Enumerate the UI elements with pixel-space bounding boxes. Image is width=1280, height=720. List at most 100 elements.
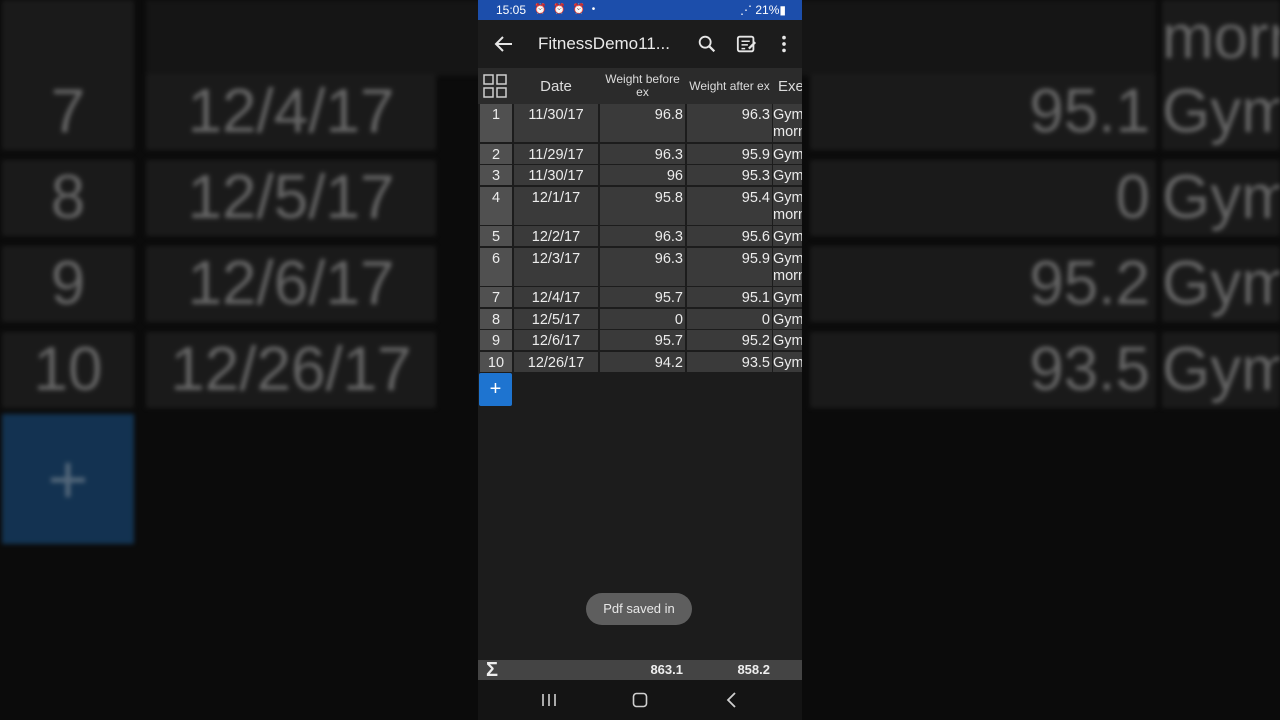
cell-date[interactable]: 11/30/17 <box>514 165 598 185</box>
cell-weight-before[interactable]: 96.8 <box>600 104 685 142</box>
cell-weight-after[interactable]: 95.6 <box>687 226 772 246</box>
bg-cell: 0 <box>810 160 1156 236</box>
row-number[interactable]: 5 <box>480 226 512 246</box>
cell-exercise[interactable]: Gym <box>773 351 802 372</box>
row-number[interactable]: 2 <box>480 143 512 164</box>
bg-plus: + <box>2 414 134 544</box>
cell-weight-before[interactable]: 96 <box>600 165 685 185</box>
bg-cell: 10 <box>2 332 134 408</box>
add-row-button[interactable]: + <box>479 373 512 406</box>
cell-date[interactable]: 12/5/17 <box>514 308 598 329</box>
row-number[interactable]: 8 <box>480 308 512 329</box>
cell-date[interactable]: 12/1/17 <box>514 186 598 225</box>
cell-exercise[interactable]: Gym <box>773 330 802 350</box>
table-row[interactable]: 8 12/5/17 0 0 Gym <box>478 308 802 329</box>
bg-cell: 95.1 <box>810 74 1156 150</box>
cell-weight-before[interactable]: 96.3 <box>600 226 685 246</box>
recent-apps-icon[interactable] <box>540 692 558 708</box>
status-bar: 15:05 ⏰ ⏰ ⏰ • ⋰ 21%▮ <box>478 0 802 20</box>
cell-date[interactable]: 12/6/17 <box>514 330 598 350</box>
cell-date[interactable]: 12/2/17 <box>514 226 598 246</box>
cell-weight-before[interactable]: 96.3 <box>600 247 685 286</box>
cell-date[interactable]: 11/30/17 <box>514 104 598 142</box>
cell-weight-after[interactable]: 96.3 <box>687 104 772 142</box>
cell-weight-after[interactable]: 95.2 <box>687 330 772 350</box>
row-number[interactable]: 1 <box>480 104 512 142</box>
cell-weight-after[interactable]: 95.1 <box>687 287 772 307</box>
cell-weight-before[interactable]: 95.7 <box>600 330 685 350</box>
cell-date[interactable]: 12/4/17 <box>514 287 598 307</box>
row-number[interactable]: 7 <box>480 287 512 307</box>
cell-exercise[interactable]: Gym morn <box>773 247 802 286</box>
row-number[interactable]: 4 <box>480 186 512 225</box>
cell-weight-after[interactable]: 93.5 <box>687 351 772 372</box>
table-row[interactable]: 2 11/29/17 96.3 95.9 Gym <box>478 143 802 164</box>
row-number[interactable]: 3 <box>480 165 512 185</box>
table-header: Date Weight before ex Weight after ex Ex… <box>478 68 802 104</box>
bg-cell: Gym <box>1162 160 1280 236</box>
grid-view-icon[interactable] <box>483 74 507 98</box>
search-icon[interactable] <box>696 33 718 55</box>
cell-weight-before[interactable]: 95.7 <box>600 287 685 307</box>
table-row[interactable]: 5 12/2/17 96.3 95.6 Gym <box>478 226 802 246</box>
table-row[interactable]: 3 11/30/17 96 95.3 Gym <box>478 165 802 185</box>
edit-note-icon[interactable] <box>736 33 758 55</box>
cell-weight-after[interactable]: 95.4 <box>687 186 772 225</box>
cell-exercise[interactable]: Gym morn <box>773 104 802 142</box>
bg-header-fragment: morn <box>1162 0 1280 76</box>
cell-exercise[interactable]: Gym <box>773 226 802 246</box>
table-row[interactable]: 111/30/1796.896.3Gym morn <box>478 104 802 142</box>
wifi-signal-icon: ⋰ <box>740 3 756 17</box>
bg-cell <box>2 0 134 76</box>
row-number[interactable]: 9 <box>480 330 512 350</box>
bg-cell: 95.2 <box>810 246 1156 322</box>
cell-weight-before[interactable]: 96.3 <box>600 143 685 164</box>
notification-icons: ⏰ ⏰ ⏰ • <box>534 4 598 15</box>
row-number[interactable]: 10 <box>480 351 512 372</box>
row-number[interactable]: 6 <box>480 247 512 286</box>
bg-cell: Gym <box>1162 332 1280 408</box>
bg-cell: Gym <box>1162 246 1280 322</box>
cell-weight-before[interactable]: 0 <box>600 308 685 329</box>
table-row[interactable]: 7 12/4/17 95.7 95.1 Gym <box>478 287 802 307</box>
bg-cell: 12/4/17 <box>146 74 436 150</box>
cell-weight-after[interactable]: 95.9 <box>687 143 772 164</box>
battery-level: 21% <box>755 3 780 17</box>
bg-cell: Gym <box>1162 74 1280 150</box>
bg-cell: 9 <box>2 246 134 322</box>
status-right: ⋰ 21%▮ <box>740 0 786 20</box>
table-row[interactable]: 9 12/6/17 95.7 95.2 Gym <box>478 330 802 350</box>
nav-back-icon[interactable] <box>724 691 740 709</box>
cell-weight-after[interactable]: 0 <box>687 308 772 329</box>
home-icon[interactable] <box>632 692 648 708</box>
sigma-icon: Σ <box>486 659 499 681</box>
cell-weight-after[interactable]: 95.9 <box>687 247 772 286</box>
cell-date[interactable]: 12/3/17 <box>514 247 598 286</box>
bg-cell: 12/5/17 <box>146 160 436 236</box>
app-bar: FitnessDemo11... <box>478 20 802 68</box>
cell-exercise[interactable]: Gym <box>773 165 802 185</box>
more-vert-icon[interactable] <box>773 33 795 55</box>
cell-exercise[interactable]: Gym <box>773 287 802 307</box>
bg-cell: 12/26/17 <box>146 332 436 408</box>
sum-bar: Σ 863.1 858.2 <box>478 660 802 680</box>
cell-date[interactable]: 11/29/17 <box>514 143 598 164</box>
column-header-weight-before[interactable]: Weight before ex <box>600 68 685 104</box>
column-header-weight-after[interactable]: Weight after ex <box>687 68 772 104</box>
table-row[interactable]: 612/3/1796.395.9Gym morn <box>478 247 802 286</box>
page-title: FitnessDemo11... <box>538 34 670 53</box>
cell-weight-after[interactable]: 95.3 <box>687 165 772 185</box>
back-arrow-icon[interactable] <box>492 32 516 56</box>
phone-screen: 15:05 ⏰ ⏰ ⏰ • ⋰ 21%▮ FitnessDemo11... Da… <box>478 0 802 720</box>
column-header-date[interactable]: Date <box>514 68 598 104</box>
cell-exercise[interactable]: Gym <box>773 308 802 329</box>
table-row[interactable]: 10 12/26/17 94.2 93.5 Gym <box>478 351 802 372</box>
cell-weight-before[interactable]: 94.2 <box>600 351 685 372</box>
cell-date[interactable]: 12/26/17 <box>514 351 598 372</box>
sum-weight-before: 863.1 <box>650 662 683 677</box>
table-row[interactable]: 412/1/1795.895.4Gym morn <box>478 186 802 225</box>
column-header-exercise[interactable]: Exe <box>778 68 802 104</box>
cell-weight-before[interactable]: 95.8 <box>600 186 685 225</box>
cell-exercise[interactable]: Gym morn <box>773 186 802 225</box>
cell-exercise[interactable]: Gym <box>773 143 802 164</box>
